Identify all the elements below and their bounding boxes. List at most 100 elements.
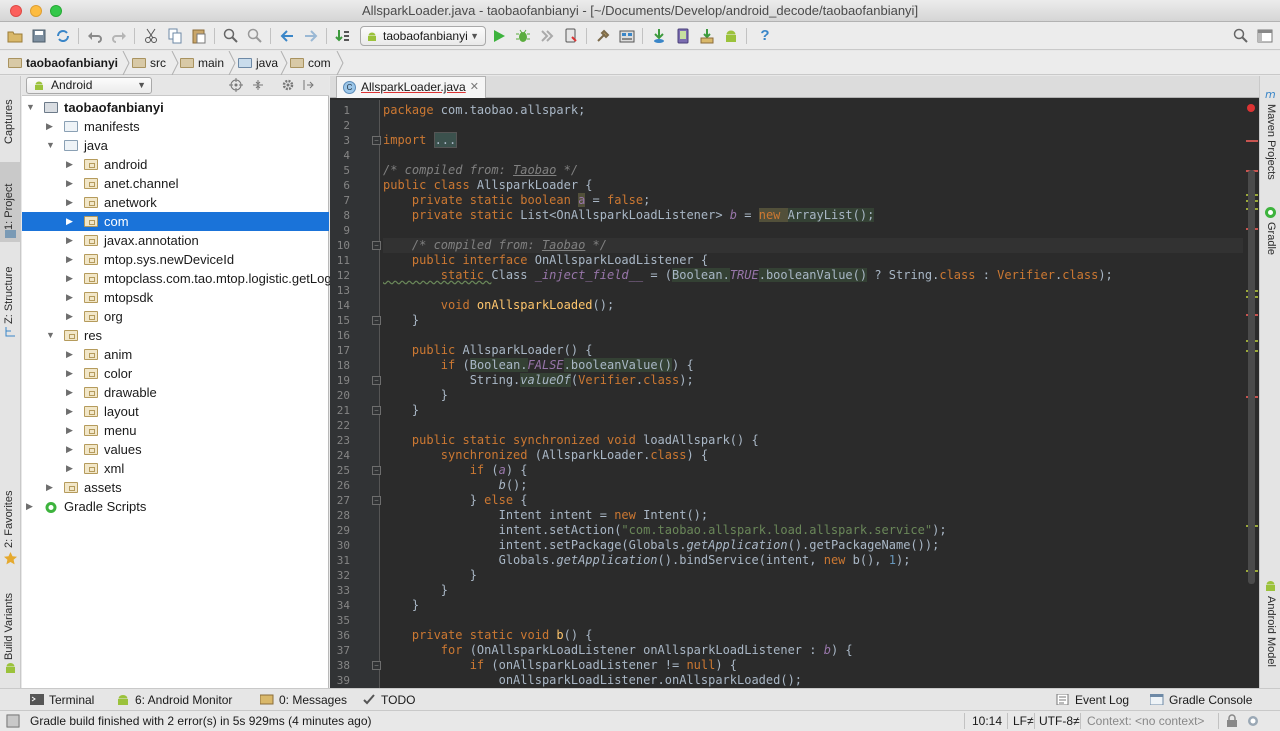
tree-item[interactable]: ▶ org <box>22 307 329 326</box>
tree-item[interactable]: ▼ java <box>22 136 329 155</box>
fold-toggle-icon[interactable]: − <box>372 376 381 385</box>
collapsed-arrow-icon[interactable]: ▶ <box>66 231 76 250</box>
expanded-arrow-icon[interactable]: ▼ <box>26 98 36 117</box>
save-all-icon[interactable] <box>30 27 48 45</box>
collapsed-arrow-icon[interactable]: ▶ <box>66 307 76 326</box>
gradle-tab[interactable]: Gradle <box>1260 202 1280 262</box>
favorites-tab[interactable]: 2: Favorites <box>0 480 21 570</box>
collapsed-arrow-icon[interactable]: ▶ <box>46 117 56 136</box>
maven-projects-tab[interactable]: m Maven Projects <box>1260 82 1280 186</box>
tree-item[interactable]: ▶ values <box>22 440 329 459</box>
collapsed-arrow-icon[interactable]: ▶ <box>66 212 76 231</box>
copy-icon[interactable] <box>166 27 184 45</box>
editor-scrollbar[interactable] <box>1248 170 1255 584</box>
gradle-console-tab[interactable]: Gradle Console <box>1150 689 1252 711</box>
tree-item[interactable]: ▶ anetwork <box>22 193 329 212</box>
gradle-sync-icon[interactable] <box>650 27 668 45</box>
tree-item[interactable]: ▶ color <box>22 364 329 383</box>
paste-icon[interactable] <box>190 27 208 45</box>
captures-tab[interactable]: Captures <box>0 82 21 148</box>
sdk-structure-icon[interactable] <box>618 27 636 45</box>
error-indicator-icon[interactable] <box>1247 104 1255 112</box>
breadcrumb-com[interactable]: com <box>290 55 331 71</box>
find-icon[interactable] <box>222 27 240 45</box>
todo-tab[interactable]: TODO <box>362 689 415 711</box>
close-icon[interactable]: ✕ <box>470 77 479 98</box>
fold-toggle-icon[interactable]: − <box>372 241 381 250</box>
run-icon[interactable] <box>490 27 508 45</box>
collapsed-arrow-icon[interactable]: ▶ <box>66 174 76 193</box>
collapsed-arrow-icon[interactable]: ▶ <box>66 402 76 421</box>
tree-item[interactable]: ▶ android <box>22 155 329 174</box>
collapsed-arrow-icon[interactable]: ▶ <box>66 440 76 459</box>
android-device-monitor-icon[interactable] <box>722 27 740 45</box>
collapsed-arrow-icon[interactable]: ▶ <box>66 250 76 269</box>
undo-icon[interactable] <box>86 27 104 45</box>
make-project-icon[interactable] <box>334 27 352 45</box>
collapsed-arrow-icon[interactable]: ▶ <box>46 478 56 497</box>
run-configuration-dropdown[interactable]: taobaofanbianyi ▼ <box>360 26 486 46</box>
collapsed-arrow-icon[interactable]: ▶ <box>66 383 76 402</box>
hide-panel-icon[interactable] <box>300 78 316 94</box>
caret-position[interactable]: 10:14 <box>972 711 1002 731</box>
tree-item[interactable]: ▶ mtop.sys.newDeviceId <box>22 250 329 269</box>
tree-item[interactable]: ▶ mtopclass.com.tao.mtop.logistic.getLog <box>22 269 332 288</box>
lock-icon[interactable] <box>1225 714 1239 731</box>
toggle-tool-windows-icon[interactable] <box>6 714 20 731</box>
tree-item[interactable]: ▼ res <box>22 326 329 345</box>
collapsed-arrow-icon[interactable]: ▶ <box>66 459 76 478</box>
fold-toggle-icon[interactable]: − <box>372 406 381 415</box>
expanded-arrow-icon[interactable]: ▼ <box>46 136 56 155</box>
breadcrumb-project[interactable]: taobaofanbianyi <box>8 55 118 71</box>
breadcrumb-src[interactable]: src <box>132 55 166 71</box>
line-separator[interactable]: LF≠ <box>1013 711 1034 731</box>
tree-item[interactable]: ▼ taobaofanbianyi <box>22 98 329 117</box>
tree-item[interactable]: ▶ drawable <box>22 383 329 402</box>
zoom-window-button[interactable] <box>50 5 62 17</box>
collapsed-arrow-icon[interactable]: ▶ <box>66 345 76 364</box>
tree-item[interactable]: ▶ javax.annotation <box>22 231 329 250</box>
fold-toggle-icon[interactable]: − <box>372 661 381 670</box>
forward-arrow-icon[interactable] <box>302 27 320 45</box>
messages-tab[interactable]: 0: Messages <box>260 689 347 711</box>
close-window-button[interactable] <box>10 5 22 17</box>
fold-toggle-icon[interactable]: − <box>372 136 381 145</box>
fold-toggle-icon[interactable]: − <box>372 316 381 325</box>
inspector-icon[interactable] <box>1246 714 1260 731</box>
collapsed-arrow-icon[interactable]: ▶ <box>66 288 76 307</box>
back-arrow-icon[interactable] <box>278 27 296 45</box>
project-tab[interactable]: 1: Project <box>0 162 21 242</box>
file-encoding[interactable]: UTF-8≠ <box>1039 711 1080 731</box>
fold-toggle-icon[interactable]: − <box>372 496 381 505</box>
android-model-tab[interactable]: Android Model <box>1260 576 1280 684</box>
replace-icon[interactable] <box>246 27 264 45</box>
collapse-all-icon[interactable] <box>250 78 266 94</box>
editor-tab-allsparkloader[interactable]: C AllsparkLoader.java ✕ <box>336 76 486 98</box>
stripe-marker[interactable] <box>1246 140 1258 142</box>
open-folder-icon[interactable] <box>6 27 24 45</box>
event-log-tab[interactable]: Event Log <box>1056 689 1129 711</box>
project-structure-icon[interactable] <box>594 27 612 45</box>
scroll-from-source-icon[interactable] <box>228 78 244 94</box>
search-everywhere-icon[interactable] <box>1232 27 1250 45</box>
breadcrumb-java[interactable]: java <box>238 55 278 71</box>
tree-item[interactable]: ▶ manifests <box>22 117 329 136</box>
redo-icon[interactable] <box>110 27 128 45</box>
collapsed-arrow-icon[interactable]: ▶ <box>66 193 76 212</box>
code-editor[interactable]: package com.taobao.allspark; import ... /*… <box>383 100 1243 688</box>
tree-item[interactable]: ▶ com <box>22 212 329 231</box>
sdk-manager-icon[interactable] <box>698 27 716 45</box>
structure-tab[interactable]: Z: Structure <box>0 256 21 340</box>
tree-item[interactable]: ▶ menu <box>22 421 329 440</box>
collapsed-arrow-icon[interactable]: ▶ <box>66 155 76 174</box>
tree-item[interactable]: ▶ anim <box>22 345 329 364</box>
tree-item[interactable]: ▶ layout <box>22 402 329 421</box>
project-view-dropdown[interactable]: Android ▼ <box>26 77 152 94</box>
avd-manager-icon[interactable] <box>674 27 692 45</box>
sync-icon[interactable] <box>54 27 72 45</box>
tree-item[interactable]: ▶ Gradle Scripts <box>22 497 329 516</box>
help-icon[interactable]: ? <box>756 27 774 45</box>
layout-icon[interactable] <box>1256 27 1274 45</box>
build-variants-tab[interactable]: Build Variants <box>0 584 21 684</box>
collapsed-arrow-icon[interactable]: ▶ <box>66 421 76 440</box>
